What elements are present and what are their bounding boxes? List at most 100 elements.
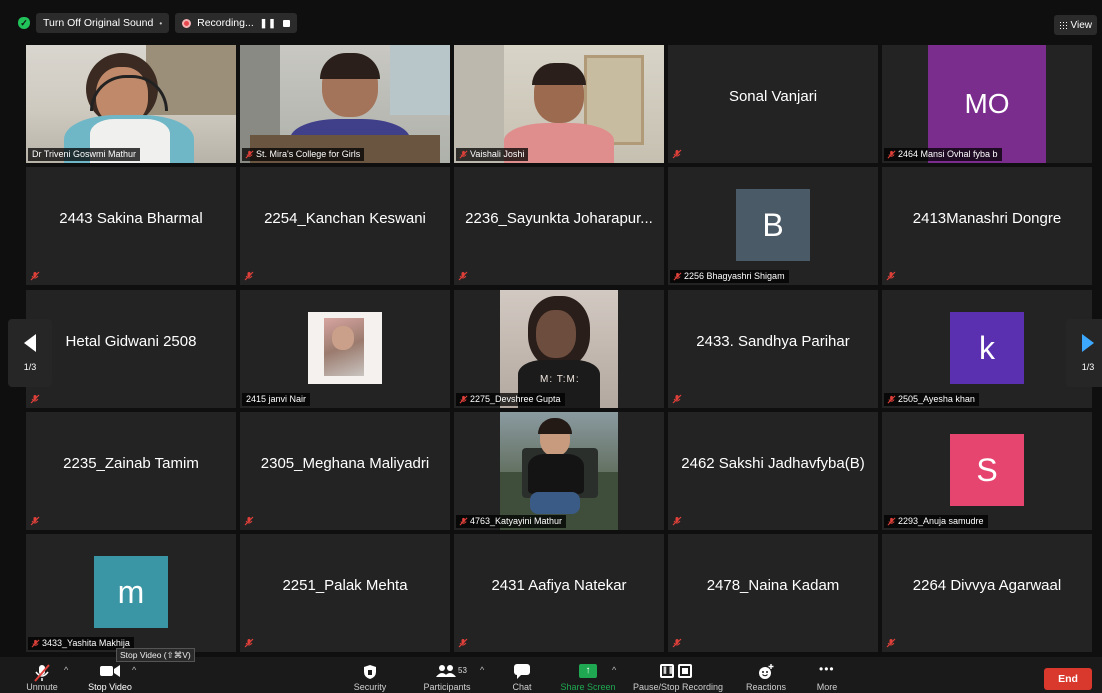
stop-recording-icon[interactable]: [282, 19, 290, 27]
pause-stop-recording-button[interactable]: ❚❚ Pause/Stop Recording: [628, 657, 728, 693]
participant-tile[interactable]: Hetal Gidwani 2508: [26, 290, 236, 408]
stop-video-tooltip: Stop Video (⇧⌘V): [116, 648, 195, 662]
participant-tile[interactable]: Sonal Vanjari: [668, 45, 878, 163]
participant-name-tag: Dr Triveni Goswmi Mathur: [28, 148, 141, 161]
participant-tile[interactable]: 2443 Sakina Bharmal: [26, 167, 236, 285]
muted-mic-icon: [886, 638, 896, 648]
security-button[interactable]: Security: [350, 657, 390, 693]
pause-recording-icon[interactable]: ❚❚: [260, 18, 277, 29]
view-button[interactable]: View: [1053, 15, 1097, 35]
participant-tile[interactable]: 2254_Kanchan Keswani: [240, 167, 450, 285]
participant-tile[interactable]: 2415 janvi Nair: [240, 290, 450, 408]
more-label: More: [816, 682, 838, 692]
participant-name: 2443 Sakina Bharmal: [59, 209, 203, 227]
participant-name: 2251_Palak Mehta: [282, 576, 408, 594]
participant-name-tag: 2415 janvi Nair: [242, 393, 311, 406]
participant-tile[interactable]: St. Mira's College for Girls: [240, 45, 450, 163]
share-options-caret-icon[interactable]: ^: [612, 665, 616, 675]
encryption-shield-icon[interactable]: ✓: [18, 17, 30, 29]
previous-page-button[interactable]: 1/3: [8, 319, 52, 387]
share-screen-button[interactable]: ↑ Share Screen: [556, 657, 620, 693]
next-page-button[interactable]: 1/3: [1066, 319, 1102, 387]
participant-name: Sonal Vanjari: [728, 87, 818, 105]
muted-mic-icon: [244, 638, 254, 648]
participants-caret-icon[interactable]: ^: [480, 665, 484, 675]
muted-mic-icon: [31, 639, 40, 648]
participant-tile[interactable]: 2251_Palak Mehta: [240, 534, 450, 652]
participant-name: 2305_Meghana Maliyadri: [260, 454, 430, 472]
participant-tile[interactable]: 2433. Sandhya Parihar: [668, 290, 878, 408]
participant-name: 2478_Naina Kadam: [706, 576, 840, 594]
dropdown-dot-icon[interactable]: •: [159, 19, 162, 28]
muted-mic-icon: [245, 150, 254, 159]
video-camera-icon: [100, 665, 120, 677]
participant-tile[interactable]: MO 2464 Mansi Ovhal fyba b: [882, 45, 1092, 163]
original-sound-button[interactable]: Turn Off Original Sound •: [36, 13, 170, 33]
avatar: k: [950, 312, 1024, 384]
participant-tile[interactable]: 2431 Aafiya Natekar: [454, 534, 664, 652]
original-sound-label: Turn Off Original Sound: [43, 17, 154, 29]
participant-tile[interactable]: 2462 Sakshi Jadhavfyba(B): [668, 412, 878, 530]
zoom-meeting-window: ✓ Turn Off Original Sound • Recording...…: [0, 0, 1102, 693]
participant-name: 2264 Divvya Agarwaal: [912, 576, 1062, 594]
muted-mic-icon: [886, 271, 896, 281]
muted-mic-icon: [459, 150, 468, 159]
unmute-label: Unmute: [26, 682, 58, 692]
participants-icon: [436, 665, 456, 677]
photo-overlay-text: M: T:M:: [540, 374, 580, 385]
chat-button[interactable]: Chat: [506, 657, 538, 693]
top-bar: ✓ Turn Off Original Sound • Recording...…: [0, 0, 1102, 38]
gallery-grid: Dr Triveni Goswmi Mathur St. Mira's Coll…: [26, 45, 1092, 656]
participant-tile[interactable]: 2235_Zainab Tamim: [26, 412, 236, 530]
participant-tile[interactable]: B 2256 Bhagyashri Shigam: [668, 167, 878, 285]
muted-mic-icon: [244, 516, 254, 526]
gallery-grid-icon: [1058, 20, 1068, 30]
audio-options-caret-icon[interactable]: ^: [64, 665, 68, 675]
participants-count: 53: [458, 666, 467, 675]
participant-name-tag: 2505_Ayesha khan: [884, 393, 979, 406]
avatar: MO: [928, 45, 1046, 163]
muted-mic-icon: [458, 638, 468, 648]
shield-icon: [364, 665, 376, 679]
participant-tile[interactable]: 2478_Naina Kadam: [668, 534, 878, 652]
pause-stop-recording-label: Pause/Stop Recording: [632, 682, 724, 692]
video-options-caret-icon[interactable]: ^: [132, 665, 136, 675]
recording-dot-icon: [182, 18, 192, 28]
participant-tile[interactable]: Dr Triveni Goswmi Mathur: [26, 45, 236, 163]
participant-tile[interactable]: S 2293_Anuja samudre: [882, 412, 1092, 530]
participant-name-tag: 4763_Katyayini Mathur: [456, 515, 567, 528]
participant-tile[interactable]: 2264 Divvya Agarwaal: [882, 534, 1092, 652]
security-label: Security: [353, 682, 387, 692]
participant-tile[interactable]: k 2505_Ayesha khan: [882, 290, 1092, 408]
participant-tile[interactable]: 2413Manashri Dongre: [882, 167, 1092, 285]
participant-name: 2236_Sayunkta Joharapur...: [465, 209, 653, 227]
participant-tile[interactable]: 2236_Sayunkta Joharapur...: [454, 167, 664, 285]
participant-tile[interactable]: 2305_Meghana Maliyadri: [240, 412, 450, 530]
unmute-button[interactable]: Unmute: [22, 657, 62, 693]
muted-mic-icon: [887, 395, 896, 404]
participant-name: 2431 Aafiya Natekar: [491, 576, 627, 594]
participant-name: 2254_Kanchan Keswani: [264, 209, 426, 227]
muted-mic-icon: [30, 271, 40, 281]
participant-tile[interactable]: Vaishali Joshi: [454, 45, 664, 163]
more-button[interactable]: ••• More: [812, 657, 842, 693]
reactions-button[interactable]: Reactions: [742, 657, 790, 693]
participant-name: 2433. Sandhya Parihar: [696, 332, 850, 350]
profile-photo: [308, 312, 382, 384]
share-screen-icon: ↑: [579, 664, 597, 678]
participants-button[interactable]: 53 Participants: [418, 657, 476, 693]
muted-mic-icon: [672, 394, 682, 404]
share-screen-label: Share Screen: [560, 682, 616, 692]
recording-indicator: Recording... ❚❚: [175, 13, 297, 33]
stop-video-button[interactable]: Stop Video: [84, 657, 136, 693]
muted-mic-icon: [672, 149, 682, 159]
end-meeting-button[interactable]: End: [1044, 668, 1092, 690]
arrow-left-icon: [24, 334, 36, 352]
participant-name-tag: 2275_Devshree Gupta: [456, 393, 565, 406]
muted-mic-icon: [458, 271, 468, 281]
participant-tile[interactable]: m 3433_Yashita Makhija: [26, 534, 236, 652]
stop-video-label: Stop Video: [88, 682, 132, 692]
participant-tile[interactable]: M: T:M: 2275_Devshree Gupta: [454, 290, 664, 408]
video-feed: [454, 45, 664, 163]
participant-tile[interactable]: 4763_Katyayini Mathur: [454, 412, 664, 530]
